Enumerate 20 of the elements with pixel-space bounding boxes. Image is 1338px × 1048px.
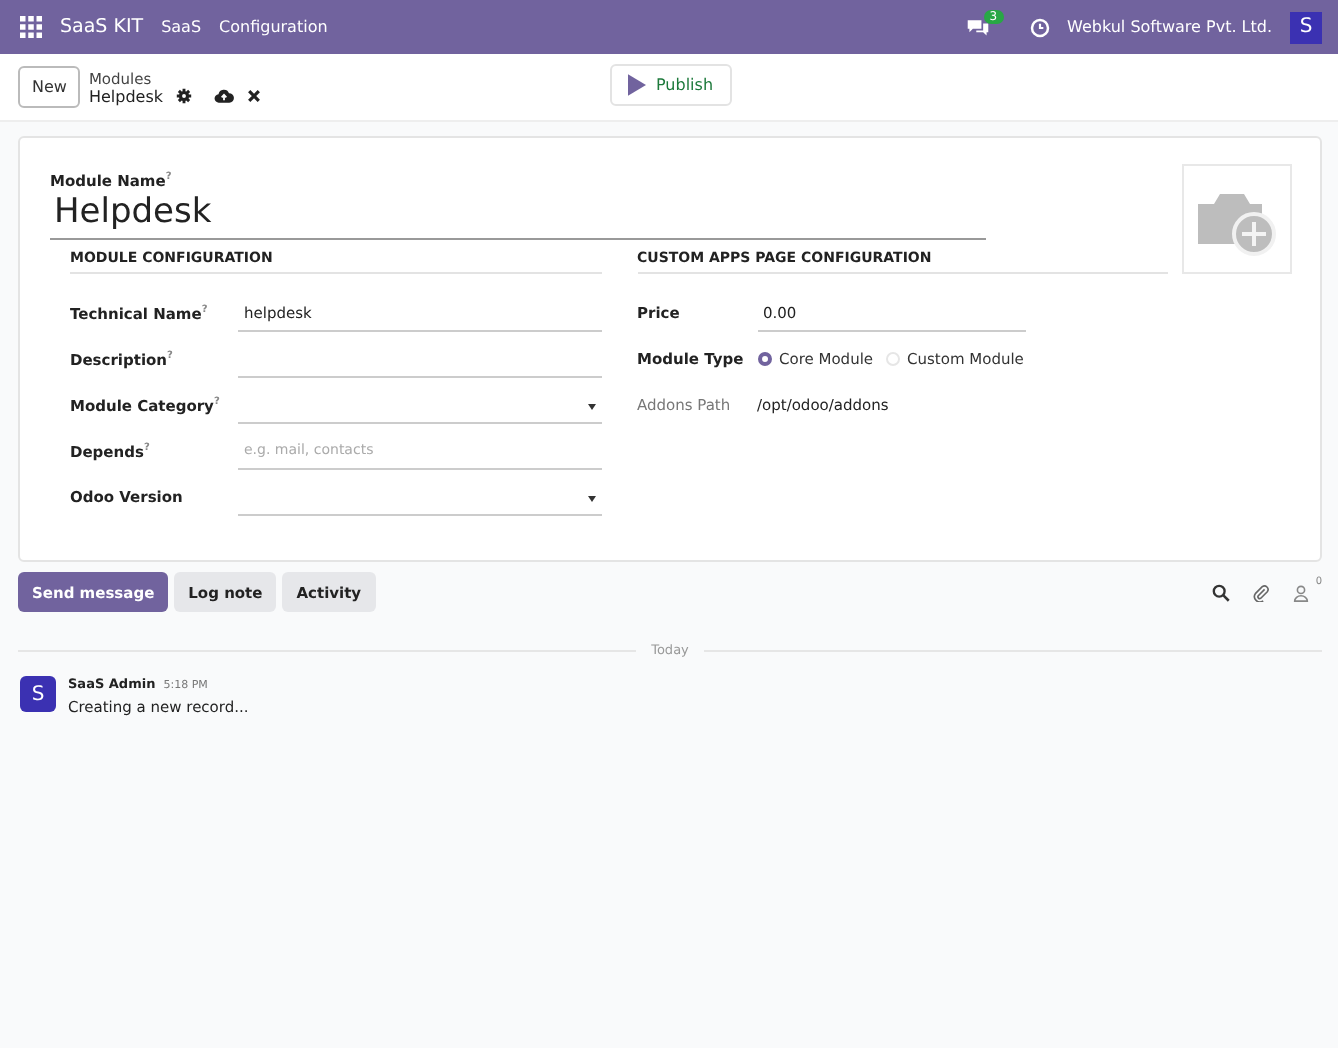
publish-button[interactable]: Publish [610, 64, 732, 106]
company-name[interactable]: Webkul Software Pvt. Ltd. [1067, 18, 1272, 36]
apps-menu-icon[interactable] [20, 16, 42, 38]
gear-icon[interactable] [175, 88, 191, 104]
clock-icon[interactable] [1029, 17, 1050, 37]
close-icon[interactable] [245, 88, 261, 104]
menu-item[interactable]: Configuration [219, 18, 328, 36]
play-icon [628, 74, 646, 96]
author-avatar: S [20, 676, 56, 712]
search-icon[interactable] [1211, 583, 1230, 601]
paperclip-icon[interactable] [1251, 583, 1270, 601]
module-name-field[interactable]: Helpdesk [50, 189, 986, 239]
user-avatar[interactable]: S [1290, 11, 1322, 43]
chat-icon[interactable] [965, 16, 990, 38]
record-title: Helpdesk [88, 87, 163, 105]
follower-icon[interactable] [1291, 583, 1310, 601]
cloud-upload-icon[interactable] [213, 88, 233, 104]
app-name[interactable]: SaaS KIT [60, 16, 144, 38]
new-button[interactable]: New [18, 66, 81, 108]
menu-item[interactable]: SaaS [161, 18, 202, 36]
